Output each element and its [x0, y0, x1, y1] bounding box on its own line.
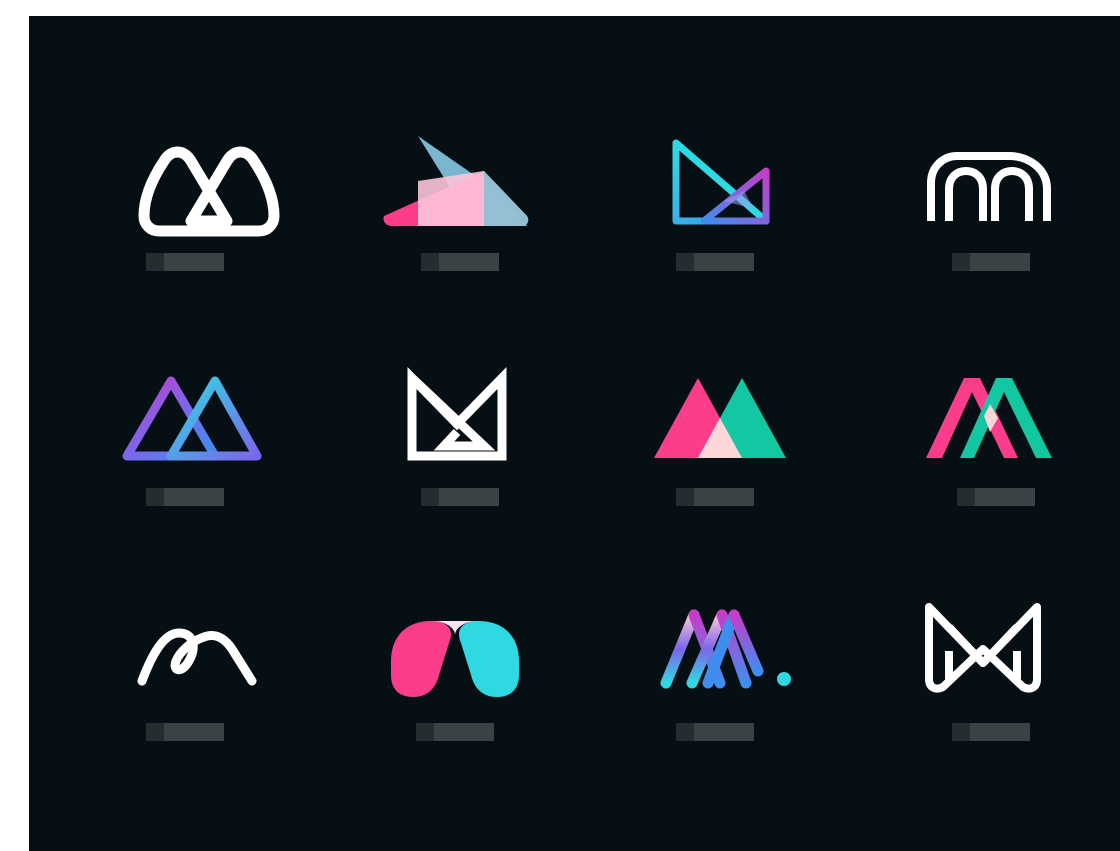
- blurred-label: [676, 723, 754, 741]
- logo-tile-9: [124, 591, 324, 791]
- m-overlapping-triangles-icon: [383, 136, 529, 226]
- logo-tile-5: [109, 356, 309, 556]
- logo-tile-4: [919, 121, 1119, 321]
- logo-tile-2: [383, 121, 584, 321]
- logo-tile-7: [654, 356, 854, 556]
- blurred-label: [421, 253, 499, 271]
- m-monogram-outline-icon: [925, 603, 1041, 693]
- m-mountain-overlap-icon: [654, 378, 786, 458]
- m-ribbon-peaks-icon: [926, 378, 1052, 458]
- blurred-label: [957, 488, 1035, 506]
- m-hook-curve-icon: [137, 628, 257, 686]
- logo-tile-10: [389, 591, 589, 791]
- blurred-label: [952, 723, 1030, 741]
- m-striped-stroke-dot-icon: [660, 609, 791, 689]
- blurred-label: [146, 723, 224, 741]
- blurred-label: [676, 253, 754, 271]
- logo-tile-12: [919, 591, 1119, 791]
- logo-tile-11: [654, 591, 854, 791]
- blurred-label: [676, 488, 754, 506]
- blurred-label: [146, 253, 224, 271]
- m-twin-peaks-gradient-icon: [122, 376, 262, 461]
- blurred-label: [146, 488, 224, 506]
- blurred-label: [421, 488, 499, 506]
- blurred-label: [416, 723, 494, 741]
- m-bowtie-gradient-icon: [672, 139, 770, 225]
- logo-tile-1: [109, 121, 309, 321]
- m-blob-pair-icon: [391, 621, 519, 697]
- logo-tile-3: [664, 121, 864, 321]
- m-arches-icon: [927, 152, 1051, 221]
- logo-board: [29, 16, 1120, 851]
- logo-tile-6: [384, 356, 584, 556]
- m-loop-outline-icon: [138, 146, 280, 237]
- m-envelope-icon: [407, 366, 507, 461]
- logo-tile-8: [924, 356, 1120, 556]
- blurred-label: [952, 253, 1030, 271]
